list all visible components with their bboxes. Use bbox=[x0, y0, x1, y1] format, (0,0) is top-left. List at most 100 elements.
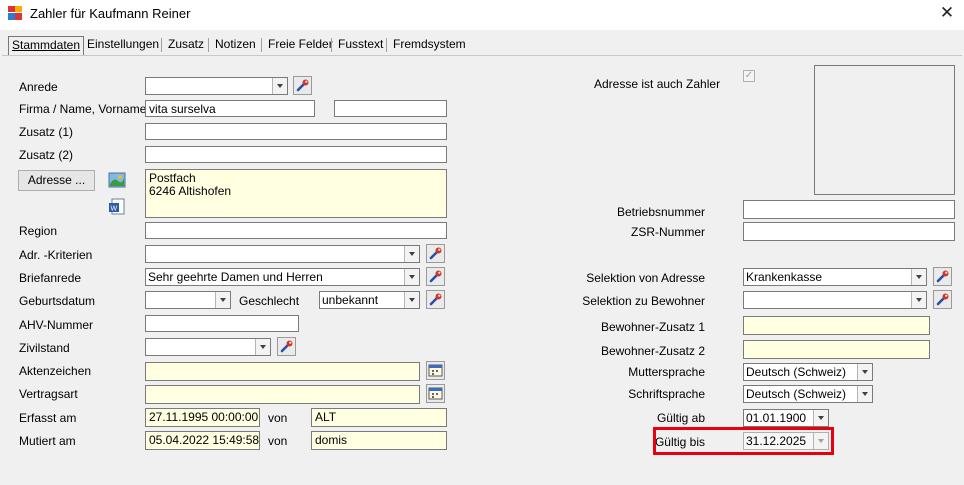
chevron-down-icon[interactable] bbox=[857, 386, 872, 402]
word-document-icon[interactable]: W bbox=[108, 198, 126, 216]
adresse-zahler-label: Adresse ist auch Zahler bbox=[594, 77, 721, 91]
wrench-icon[interactable] bbox=[933, 267, 952, 286]
tab-separator bbox=[161, 38, 162, 52]
adr-kriterien-select[interactable] bbox=[145, 245, 420, 263]
muttersprache-value: Deutsch (Schweiz) bbox=[746, 365, 847, 379]
bew-zusatz2-label: Bewohner-Zusatz 2 bbox=[600, 344, 705, 358]
sel-adresse-select[interactable]: Krankenkasse bbox=[743, 268, 927, 286]
chevron-down-icon[interactable] bbox=[911, 269, 926, 285]
adr-kriterien-label: Adr. -Kriterien bbox=[19, 248, 93, 262]
adresse-textarea[interactable]: Postfach 6246 Altishofen bbox=[145, 169, 447, 218]
aktenzeichen-input[interactable] bbox=[145, 362, 420, 381]
tab-zusatz[interactable]: Zusatz bbox=[165, 36, 207, 54]
sel-bewohner-select[interactable] bbox=[743, 291, 927, 309]
chevron-down-icon[interactable] bbox=[272, 78, 287, 94]
region-input[interactable] bbox=[145, 222, 447, 239]
wrench-icon[interactable] bbox=[277, 337, 296, 356]
chevron-down-icon[interactable] bbox=[255, 339, 270, 355]
zusatz1-label: Zusatz (1) bbox=[19, 125, 74, 139]
mutiert-user: domis bbox=[311, 431, 447, 450]
tab-notizen[interactable]: Notizen bbox=[212, 36, 259, 54]
chevron-down-icon[interactable] bbox=[215, 292, 230, 308]
bew-zusatz2-input[interactable] bbox=[743, 340, 930, 359]
tab-fusstext[interactable]: Fusstext bbox=[335, 36, 386, 54]
calendar-icon[interactable] bbox=[426, 384, 445, 403]
zivilstand-select[interactable] bbox=[145, 338, 271, 356]
erfasst-date: 27.11.1995 00:00:00 bbox=[145, 408, 260, 427]
erfasst-label: Erfasst am bbox=[19, 411, 77, 425]
anrede-select[interactable] bbox=[145, 77, 288, 95]
chevron-down-icon[interactable] bbox=[404, 246, 419, 262]
bew-zusatz1-label: Bewohner-Zusatz 1 bbox=[600, 320, 705, 334]
chevron-down-icon[interactable] bbox=[404, 269, 419, 285]
zsr-label: ZSR-Nummer bbox=[631, 225, 705, 239]
muttersprache-label: Muttersprache bbox=[628, 365, 705, 379]
muttersprache-select[interactable]: Deutsch (Schweiz) bbox=[743, 363, 873, 381]
ahv-input[interactable] bbox=[145, 315, 299, 332]
zusatz2-label: Zusatz (2) bbox=[19, 148, 74, 162]
zsr-input[interactable] bbox=[743, 222, 955, 241]
tab-separator bbox=[208, 38, 209, 52]
gueltig-ab-label: Gültig ab bbox=[656, 411, 705, 425]
geschlecht-label: Geschlecht bbox=[239, 294, 300, 308]
close-icon[interactable]: ✕ bbox=[936, 3, 958, 23]
app-icon bbox=[8, 6, 22, 20]
calendar-icon[interactable] bbox=[426, 361, 445, 380]
briefanrede-select[interactable]: Sehr geehrte Damen und Herren bbox=[145, 268, 420, 286]
geburtsdatum-picker[interactable] bbox=[145, 291, 231, 309]
vertragsart-input[interactable] bbox=[145, 385, 420, 404]
svg-text:W: W bbox=[111, 206, 118, 213]
geburtsdatum-label: Geburtsdatum bbox=[19, 294, 96, 308]
vorname-input[interactable] bbox=[334, 100, 447, 117]
adresse-button[interactable]: Adresse ... bbox=[18, 170, 95, 191]
window-title: Zahler für Kaufmann Reiner bbox=[30, 6, 191, 21]
mutiert-label: Mutiert am bbox=[19, 434, 76, 448]
firma-name-input[interactable]: vita surselva bbox=[145, 100, 315, 117]
tab-separator bbox=[331, 38, 332, 52]
tab-label: Stammdaten bbox=[12, 38, 81, 52]
wrench-icon[interactable] bbox=[426, 244, 445, 263]
mutiert-date: 05.04.2022 15:49:58 bbox=[145, 431, 260, 450]
adresse-zahler-checkbox[interactable]: ✓ bbox=[743, 70, 755, 82]
erfasst-von-label: von bbox=[268, 411, 288, 425]
zusatz1-input[interactable] bbox=[145, 123, 447, 140]
wrench-icon[interactable] bbox=[933, 290, 952, 309]
zivilstand-label: Zivilstand bbox=[19, 341, 70, 355]
ahv-label: AHV-Nummer bbox=[19, 318, 94, 332]
mutiert-von-label: von bbox=[268, 434, 288, 448]
chevron-down-icon[interactable] bbox=[911, 292, 926, 308]
geschlecht-select[interactable]: unbekannt bbox=[319, 291, 420, 309]
chevron-down-icon[interactable] bbox=[857, 364, 872, 380]
aktenzeichen-label: Aktenzeichen bbox=[19, 364, 92, 378]
bew-zusatz1-input[interactable] bbox=[743, 316, 930, 335]
briefanrede-value: Sehr geehrte Damen und Herren bbox=[148, 270, 323, 284]
betriebsnummer-input[interactable] bbox=[743, 200, 955, 219]
geschlecht-value: unbekannt bbox=[322, 293, 379, 307]
map-icon[interactable] bbox=[108, 171, 126, 189]
tab-separator bbox=[386, 38, 387, 52]
firma-label: Firma / Name, Vorname bbox=[19, 102, 147, 116]
gueltig-ab-value: 01.01.1900 bbox=[746, 411, 807, 425]
schriftsprache-value: Deutsch (Schweiz) bbox=[746, 387, 847, 401]
vertragsart-label: Vertragsart bbox=[19, 387, 78, 401]
tab-freie-felder[interactable]: Freie Felder bbox=[265, 36, 336, 54]
schriftsprache-label: Schriftsprache bbox=[628, 387, 705, 401]
chevron-down-icon[interactable] bbox=[404, 292, 419, 308]
chevron-down-icon[interactable] bbox=[813, 410, 828, 426]
tab-stammdaten[interactable]: Stammdaten bbox=[8, 36, 85, 55]
erfasst-user: ALT bbox=[311, 408, 447, 427]
zusatz2-input[interactable] bbox=[145, 146, 447, 163]
sel-adresse-label: Selektion von Adresse bbox=[586, 271, 705, 285]
wrench-icon[interactable] bbox=[293, 76, 312, 95]
gueltig-ab-picker[interactable]: 01.01.1900 bbox=[743, 409, 829, 427]
image-frame bbox=[814, 65, 955, 195]
tab-einstellungen[interactable]: Einstellungen bbox=[84, 36, 162, 54]
sel-bewohner-label: Selektion zu Bewohner bbox=[582, 294, 705, 308]
tab-fremdsystem[interactable]: Fremdsystem bbox=[390, 36, 469, 54]
briefanrede-label: Briefanrede bbox=[19, 271, 82, 285]
region-label: Region bbox=[19, 224, 58, 238]
highlight-box bbox=[653, 427, 834, 455]
schriftsprache-select[interactable]: Deutsch (Schweiz) bbox=[743, 385, 873, 403]
wrench-icon[interactable] bbox=[426, 290, 445, 309]
wrench-icon[interactable] bbox=[426, 267, 445, 286]
